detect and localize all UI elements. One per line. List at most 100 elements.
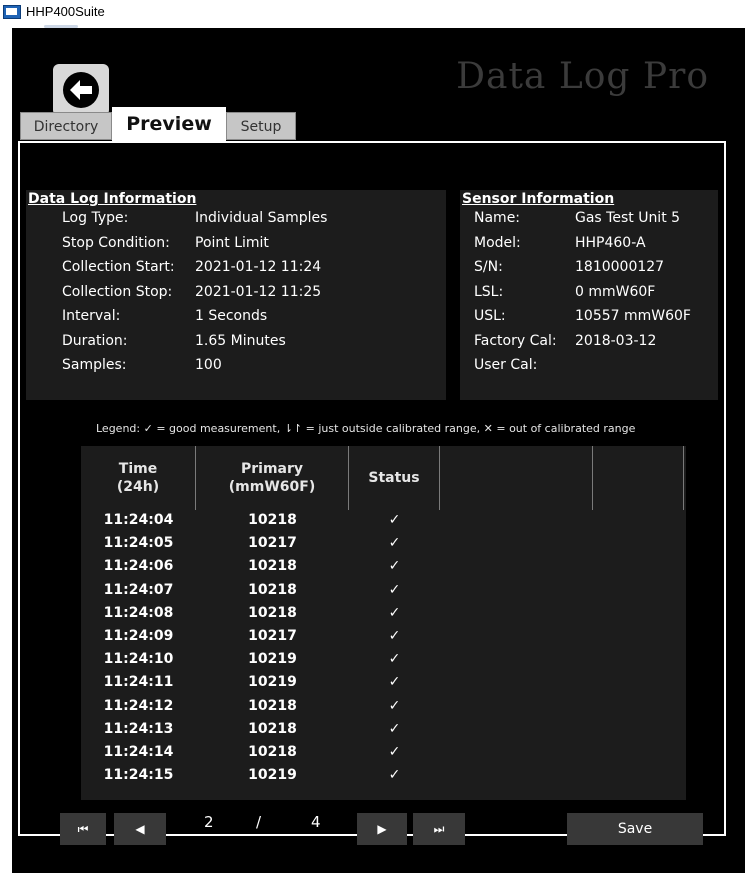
sensor-value: 1810000127 bbox=[575, 259, 665, 275]
cell-primary: 10219 bbox=[248, 651, 297, 668]
table-row[interactable]: 11:24:09 10217 ✓ bbox=[81, 626, 686, 649]
data-log-value: Point Limit bbox=[195, 234, 269, 251]
cell-time: 11:24:06 bbox=[103, 558, 174, 575]
previous-page-button[interactable]: ◀ bbox=[114, 813, 166, 845]
sensor-value: 2018-03-12 bbox=[575, 332, 657, 349]
current-page: 2 bbox=[204, 813, 214, 831]
data-log-label: Stop Condition: bbox=[62, 234, 170, 251]
status-legend: Legend: ✓ = good measurement, ⇂↾ = just … bbox=[96, 422, 636, 435]
cell-time: 11:24:14 bbox=[103, 744, 174, 760]
first-page-button[interactable]: ⏮ bbox=[60, 813, 106, 845]
cell-time: 11:24:05 bbox=[103, 535, 174, 552]
data-log-value: 100 bbox=[195, 357, 222, 373]
table-row[interactable]: 11:24:07 10218 ✓ bbox=[81, 580, 686, 603]
cell-status: ✓ bbox=[388, 604, 401, 621]
cell-time: 11:24:12 bbox=[103, 697, 174, 714]
page-separator: / bbox=[256, 813, 262, 831]
cell-status: ✓ bbox=[388, 720, 401, 737]
cell-status: ✓ bbox=[388, 535, 401, 552]
data-log-label: Collection Stop: bbox=[62, 283, 173, 300]
next-page-button[interactable]: ▶ bbox=[357, 813, 407, 845]
table-row[interactable]: 11:24:13 10218 ✓ bbox=[81, 719, 686, 742]
brand-title: Data Log Pro bbox=[456, 56, 709, 97]
previous-page-icon: ◀ bbox=[135, 822, 145, 836]
data-log-label: Interval: bbox=[62, 308, 121, 324]
cell-status: ✓ bbox=[388, 767, 401, 784]
cell-primary: 10218 bbox=[248, 604, 297, 621]
cell-time: 11:24:15 bbox=[103, 767, 174, 784]
window-title: HHP400Suite bbox=[26, 4, 105, 19]
cell-primary: 10219 bbox=[248, 767, 297, 784]
last-page-icon: ⏭ bbox=[433, 822, 445, 836]
sensor-value: Gas Test Unit 5 bbox=[575, 210, 681, 226]
last-page-button[interactable]: ⏭ bbox=[413, 813, 465, 845]
data-log-info-box: Data Log Information Log Type: Individual… bbox=[26, 190, 446, 400]
back-arrow-icon bbox=[63, 72, 99, 108]
cell-status: ✓ bbox=[388, 581, 401, 598]
sensor-label: S/N: bbox=[474, 259, 503, 275]
table-row[interactable]: 11:24:10 10219 ✓ bbox=[81, 649, 686, 672]
column-header-empty-1[interactable] bbox=[440, 446, 593, 510]
data-log-value: 1 Seconds bbox=[195, 308, 268, 324]
cell-time: 11:24:13 bbox=[103, 720, 174, 737]
cell-status: ✓ bbox=[388, 651, 401, 668]
app-icon bbox=[3, 5, 21, 19]
first-page-icon: ⏮ bbox=[77, 822, 89, 836]
tab-directory[interactable]: Directory bbox=[20, 112, 112, 140]
table-row[interactable]: 11:24:15 10219 ✓ bbox=[81, 765, 686, 788]
sensor-label: User Cal: bbox=[474, 357, 538, 373]
cell-time: 11:24:10 bbox=[103, 651, 174, 668]
sensor-label: USL: bbox=[474, 308, 506, 324]
sensor-info-title: Sensor Information bbox=[462, 191, 615, 207]
table-row[interactable]: 11:24:12 10218 ✓ bbox=[81, 696, 686, 719]
sensor-label: Factory Cal: bbox=[474, 332, 557, 349]
cell-primary: 10217 bbox=[248, 535, 297, 552]
sensor-value: HHP460-A bbox=[575, 234, 646, 251]
back-button[interactable] bbox=[53, 64, 109, 116]
sensor-value: 0 mmW60F bbox=[575, 283, 656, 300]
cell-primary: 10217 bbox=[248, 628, 297, 644]
data-log-label: Collection Start: bbox=[62, 259, 175, 275]
column-header-status[interactable]: Status bbox=[349, 446, 440, 510]
cell-primary: 10219 bbox=[248, 674, 297, 691]
data-log-label: Duration: bbox=[62, 332, 128, 349]
column-header-time[interactable]: Time (24h) bbox=[81, 446, 196, 510]
table-body[interactable]: 11:24:04 10218 ✓ 11:24:05 10217 ✓ 11:24:06 1021… bbox=[81, 510, 686, 800]
cell-time: 11:24:08 bbox=[103, 604, 174, 621]
window-titlebar: HHP400Suite bbox=[0, 0, 745, 28]
sensor-info-box: Sensor Information Name: Gas Test Unit 5 M… bbox=[460, 190, 718, 400]
table-row[interactable]: 11:24:11 10219 ✓ bbox=[81, 672, 686, 695]
cell-time: 11:24:11 bbox=[103, 674, 174, 691]
table-row[interactable]: 11:24:14 10218 ✓ bbox=[81, 742, 686, 765]
cell-status: ✓ bbox=[388, 697, 401, 714]
cell-status: ✓ bbox=[388, 744, 401, 760]
total-pages: 4 bbox=[311, 813, 321, 831]
cell-primary: 10218 bbox=[248, 697, 297, 714]
table-row[interactable]: 11:24:05 10217 ✓ bbox=[81, 533, 686, 556]
table-header: Time (24h) Primary (mmW60F) Status bbox=[81, 446, 686, 510]
cell-status: ✓ bbox=[388, 512, 401, 528]
save-button[interactable]: Save bbox=[567, 813, 703, 845]
cell-primary: 10218 bbox=[248, 720, 297, 737]
sensor-label: Model: bbox=[474, 234, 521, 251]
tab-preview[interactable]: Preview bbox=[112, 107, 226, 141]
tab-setup[interactable]: Setup bbox=[226, 112, 296, 140]
data-log-info-title: Data Log Information bbox=[28, 191, 197, 207]
cell-time: 11:24:04 bbox=[103, 512, 174, 528]
sensor-label: LSL: bbox=[474, 283, 504, 300]
table-row[interactable]: 11:24:08 10218 ✓ bbox=[81, 603, 686, 626]
data-log-label: Log Type: bbox=[62, 210, 129, 226]
cell-primary: 10218 bbox=[248, 581, 297, 598]
table-row[interactable]: 11:24:06 10218 ✓ bbox=[81, 556, 686, 579]
cell-status: ✓ bbox=[388, 558, 401, 575]
sensor-label: Name: bbox=[474, 210, 521, 226]
next-page-icon: ▶ bbox=[377, 822, 387, 836]
cell-status: ✓ bbox=[388, 674, 401, 691]
cell-time: 11:24:07 bbox=[103, 581, 174, 598]
data-log-value: 2021-01-12 11:24 bbox=[195, 259, 322, 275]
table-row[interactable]: 11:24:04 10218 ✓ bbox=[81, 510, 686, 533]
cell-primary: 10218 bbox=[248, 512, 297, 528]
data-log-value: Individual Samples bbox=[195, 210, 328, 226]
column-header-empty-2[interactable] bbox=[593, 446, 684, 510]
column-header-primary[interactable]: Primary (mmW60F) bbox=[196, 446, 349, 510]
